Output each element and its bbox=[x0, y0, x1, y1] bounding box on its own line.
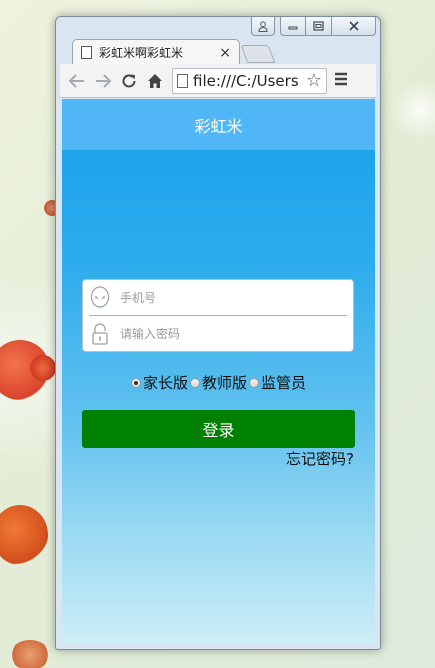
radio-button[interactable] bbox=[130, 377, 141, 388]
user-icon bbox=[258, 20, 268, 32]
password-input[interactable] bbox=[120, 327, 340, 341]
role-label: 监管员 bbox=[261, 374, 307, 392]
login-form bbox=[82, 279, 354, 352]
lock-icon bbox=[92, 323, 108, 345]
menu-button[interactable] bbox=[333, 70, 349, 91]
address-text: file:///C:/Users bbox=[193, 71, 299, 90]
minimize-icon bbox=[288, 26, 298, 30]
new-tab-button[interactable] bbox=[240, 45, 276, 63]
forgot-password-link[interactable]: 忘记密码? bbox=[286, 448, 354, 469]
reload-icon bbox=[122, 73, 136, 87]
minimize-button[interactable] bbox=[280, 17, 306, 36]
back-arrow-icon bbox=[69, 73, 84, 88]
reload-button[interactable] bbox=[116, 68, 142, 94]
field-divider bbox=[89, 315, 347, 316]
browser-window: 彩虹米啊彩虹米 × file:///C:/Users ☆ 彩虹米 手机号 家长版… bbox=[55, 16, 381, 650]
address-bar[interactable]: file:///C:/Users ☆ bbox=[172, 67, 327, 94]
role-label: 家长版 bbox=[142, 374, 188, 392]
forward-arrow-icon bbox=[96, 73, 111, 88]
role-selector: 家长版 教师版 监管员 bbox=[62, 372, 375, 393]
login-button[interactable]: 登录 bbox=[82, 410, 355, 448]
alien-user-icon bbox=[90, 286, 110, 308]
radio-button[interactable] bbox=[189, 377, 200, 388]
phone-row bbox=[83, 281, 353, 315]
app-header: 彩虹米 bbox=[62, 99, 375, 150]
page-title: 彩虹米 bbox=[194, 116, 243, 136]
page-icon bbox=[81, 46, 92, 59]
browser-tab[interactable]: 彩虹米啊彩虹米 × bbox=[72, 39, 240, 65]
home-button[interactable] bbox=[142, 68, 168, 94]
back-button[interactable] bbox=[64, 68, 90, 94]
role-option-supervisor[interactable]: 监管员 bbox=[249, 372, 306, 393]
radio-button[interactable] bbox=[249, 377, 259, 388]
home-icon bbox=[148, 73, 162, 88]
tab-title: 彩虹米啊彩虹米 bbox=[99, 46, 184, 60]
browser-toolbar: file:///C:/Users ☆ bbox=[60, 64, 376, 98]
close-icon bbox=[348, 21, 359, 31]
user-profile-button[interactable] bbox=[251, 17, 275, 36]
desktop-light-decoration bbox=[390, 80, 435, 140]
role-option-parent[interactable]: 家长版 bbox=[130, 372, 188, 393]
tab-close-icon[interactable]: × bbox=[219, 45, 231, 61]
password-row bbox=[83, 317, 353, 351]
page-icon bbox=[177, 73, 188, 88]
window-close-button[interactable] bbox=[332, 17, 376, 36]
maximize-icon bbox=[313, 21, 324, 31]
role-label: 教师版 bbox=[201, 374, 247, 392]
maximize-button[interactable] bbox=[306, 17, 332, 36]
role-option-teacher[interactable]: 教师版 bbox=[189, 372, 247, 393]
forward-button[interactable] bbox=[90, 68, 116, 94]
desktop-berry-decoration bbox=[30, 355, 56, 381]
window-caption-buttons bbox=[251, 17, 376, 37]
phone-input[interactable] bbox=[120, 291, 340, 305]
hamburger-menu-icon bbox=[335, 72, 347, 86]
bookmark-star-icon[interactable]: ☆ bbox=[306, 70, 322, 91]
desktop-fish-decoration bbox=[10, 640, 50, 668]
desktop-fish-decoration bbox=[0, 505, 48, 565]
page-viewport: 彩虹米 手机号 家长版 教师版 监管员 登录 忘记密码? bbox=[62, 99, 375, 644]
